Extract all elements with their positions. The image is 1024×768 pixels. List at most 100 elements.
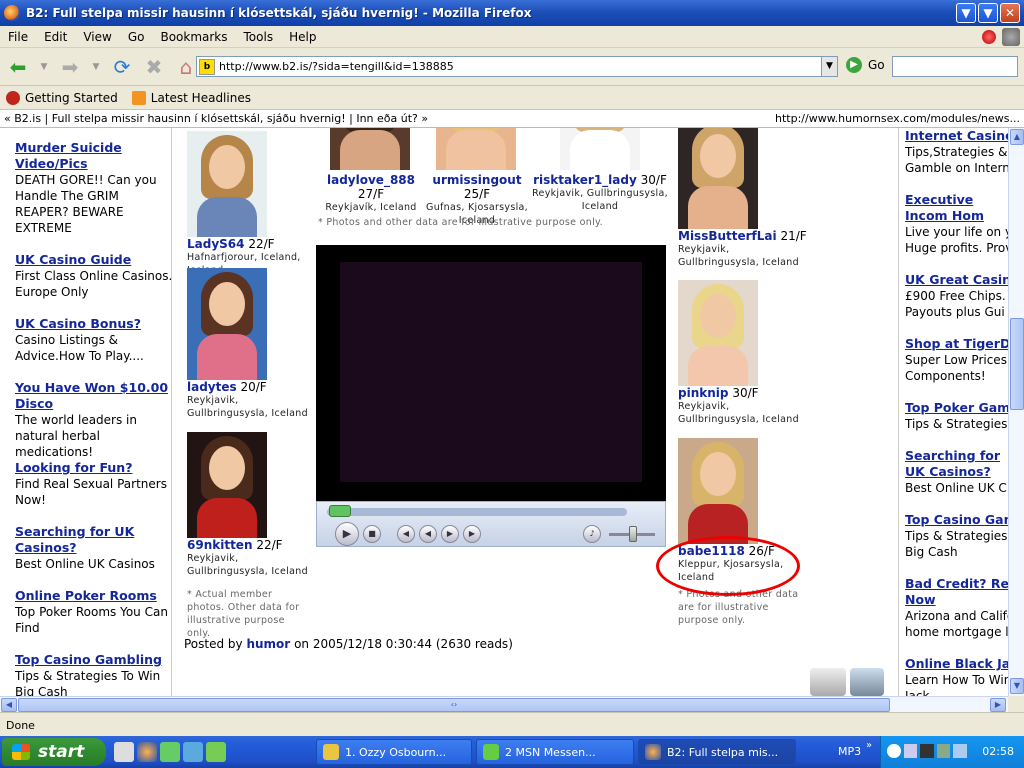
stop-button-icon[interactable]: ■ — [363, 525, 381, 543]
ad-link[interactable]: You Have Won $10.00 Disco — [15, 380, 175, 412]
fast-forward-icon[interactable]: ▶ — [441, 525, 459, 543]
menu-file[interactable]: File — [0, 30, 36, 44]
menu-bookmarks[interactable]: Bookmarks — [152, 30, 235, 44]
scroll-down-icon[interactable]: ▼ — [1010, 678, 1024, 694]
ad-link[interactable]: Murder Suicide Video/Pics — [15, 140, 175, 172]
scroll-right-icon[interactable]: ▶ — [990, 698, 1006, 712]
firefox-quicklaunch-icon[interactable] — [137, 742, 157, 762]
mp3-toolbar-label[interactable]: MP3 — [838, 745, 861, 758]
back-dropdown-icon[interactable]: ▼ — [36, 53, 52, 81]
start-button[interactable]: start — [2, 738, 106, 766]
profile-card[interactable] — [436, 128, 516, 170]
ad-link[interactable]: Executive Incom Hom — [905, 192, 1008, 224]
video-player[interactable] — [316, 245, 666, 501]
url-text[interactable]: http://www.b2.is/?sida=tengill&id=138885 — [219, 60, 454, 73]
profile-name[interactable]: urmissingout — [432, 173, 521, 187]
forward-icon[interactable]: ➡ — [56, 53, 84, 81]
bookmark-latest-headlines[interactable]: Latest Headlines — [131, 90, 251, 105]
seek-handle[interactable] — [329, 505, 351, 517]
quicklaunch-icon[interactable] — [114, 742, 134, 762]
profile-card[interactable] — [330, 128, 410, 170]
ad-link[interactable]: Internet Casino — [905, 128, 1008, 144]
ad-link[interactable]: Searching for UK Casinos? — [905, 448, 1008, 480]
play-icon[interactable]: ▶ — [335, 522, 359, 546]
go-button[interactable]: ▶ Go — [846, 57, 885, 73]
vertical-scrollbar[interactable]: ▲ ▼ — [1008, 128, 1024, 696]
clock[interactable]: 02:58 — [982, 745, 1014, 758]
menu-help[interactable]: Help — [281, 30, 324, 44]
profile-name[interactable]: risktaker1_lady — [533, 173, 637, 187]
bookmark-getting-started[interactable]: Getting Started — [6, 90, 118, 105]
profile-photo[interactable] — [678, 280, 758, 386]
ad-link[interactable]: Top Casino Gambling — [15, 652, 175, 668]
profile-photo[interactable] — [678, 438, 758, 544]
taskbar-item[interactable]: 1. Ozzy Osbourn... — [316, 739, 472, 765]
reload-icon[interactable]: ⟳ — [108, 53, 136, 81]
search-input[interactable] — [892, 56, 1018, 77]
ad-link[interactable]: Top Casino Gam — [905, 512, 1008, 528]
forward-dropdown-icon[interactable]: ▼ — [88, 53, 104, 81]
send-icon[interactable] — [850, 668, 884, 696]
profile-photo[interactable] — [187, 268, 267, 380]
scroll-left-icon[interactable]: ◀ — [1, 698, 17, 712]
posted-user[interactable]: humor — [246, 637, 290, 651]
profile-photo[interactable] — [678, 128, 758, 229]
next-icon[interactable]: ▶ — [463, 525, 481, 543]
address-bar[interactable]: b http://www.b2.is/?sida=tengill&id=1388… — [196, 56, 838, 77]
stop-icon[interactable]: ✖ — [140, 53, 168, 81]
restore-button[interactable]: ▼ — [978, 3, 998, 23]
quicklaunch-icon[interactable] — [183, 742, 203, 762]
ad-link[interactable]: Online Poker Rooms — [15, 588, 175, 604]
ad-link[interactable]: Looking for Fun? — [15, 460, 175, 476]
profile-photo[interactable] — [436, 128, 516, 170]
minimize-button[interactable]: ▼ — [956, 3, 976, 23]
taskbar-item-active[interactable]: B2: Full stelpa mis... — [638, 739, 796, 765]
close-button[interactable]: ✕ — [1000, 3, 1020, 23]
previous-icon[interactable]: ◀ — [397, 525, 415, 543]
volume-slider[interactable] — [629, 526, 637, 542]
horizontal-scrollbar[interactable]: ◀ ‹› ▶ — [0, 696, 1008, 712]
taskbar-item[interactable]: 2 MSN Messen... — [476, 739, 634, 765]
ticker-left[interactable]: « B2.is | Full stelpa missir hausinn í k… — [4, 112, 428, 125]
mute-icon[interactable]: ♪ — [583, 525, 601, 543]
video-screen[interactable] — [340, 262, 642, 482]
rewind-icon[interactable]: ◀ — [419, 525, 437, 543]
volume-tray-icon[interactable] — [953, 744, 967, 758]
profile-name[interactable]: 69nkitten — [187, 538, 253, 552]
menu-tools[interactable]: Tools — [236, 30, 282, 44]
tray-icon[interactable] — [920, 744, 934, 758]
alert-icon[interactable] — [982, 30, 996, 44]
ad-link[interactable]: UK Casino Guide — [15, 252, 175, 268]
network-quicklaunch-icon[interactable] — [160, 742, 180, 762]
ad-link[interactable]: UK Great Casino — [905, 272, 1008, 288]
msn-quicklaunch-icon[interactable] — [206, 742, 226, 762]
profile-name[interactable]: ladylove_888 — [327, 173, 415, 187]
tray-expand-icon[interactable]: » — [866, 740, 878, 762]
profile-photo[interactable] — [187, 131, 267, 237]
tray-icon[interactable] — [936, 744, 951, 758]
ad-link[interactable]: UK Casino Bonus? — [15, 316, 175, 332]
ticker-right[interactable]: http://www.humornsex.com/modules/news... — [775, 112, 1020, 125]
menu-go[interactable]: Go — [120, 30, 153, 44]
profile-photo[interactable] — [560, 128, 640, 170]
ad-link[interactable]: Searching for UK Casinos? — [15, 524, 175, 556]
tray-icon[interactable] — [903, 744, 918, 758]
profile-photo[interactable] — [330, 128, 410, 170]
profile-name[interactable]: MissButterfLai — [678, 229, 777, 243]
menu-edit[interactable]: Edit — [36, 30, 75, 44]
seek-bar[interactable] — [327, 508, 627, 516]
tray-icon[interactable] — [887, 744, 901, 758]
scroll-up-icon[interactable]: ▲ — [1010, 129, 1024, 145]
profile-name[interactable]: ladytes — [187, 380, 237, 394]
hscroll-thumb[interactable]: ‹› — [18, 698, 890, 712]
profile-card[interactable] — [560, 128, 640, 170]
profile-photo[interactable] — [187, 432, 267, 538]
ad-link[interactable]: Top Poker Gaml — [905, 400, 1008, 416]
menu-view[interactable]: View — [75, 30, 119, 44]
profile-name[interactable]: LadyS64 — [187, 237, 245, 251]
profile-name[interactable]: pinknip — [678, 386, 728, 400]
print-icon[interactable] — [810, 668, 846, 696]
ad-link[interactable]: Bad Credit? Ref Now — [905, 576, 1008, 608]
scroll-thumb[interactable] — [1010, 318, 1024, 410]
back-icon[interactable]: ⬅ — [4, 53, 32, 81]
